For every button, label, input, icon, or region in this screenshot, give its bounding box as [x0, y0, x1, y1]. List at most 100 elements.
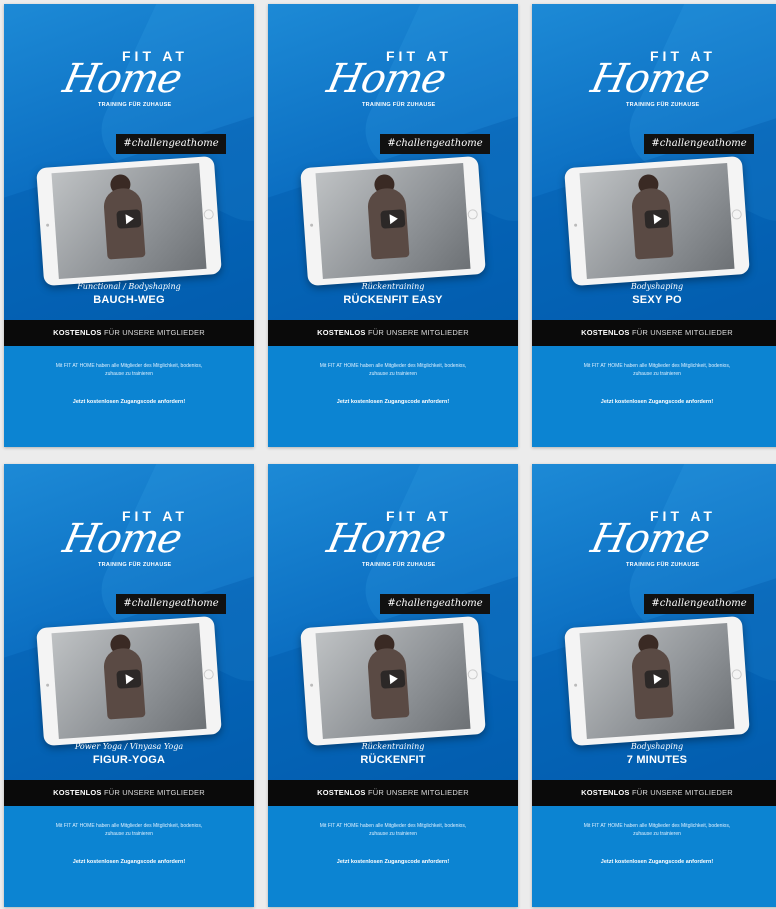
card-title: RÜCKENFIT EASY [343, 294, 443, 306]
access-code-link[interactable]: Jetzt kostenlosen Zugangscode anfordern! [308, 398, 478, 406]
video-thumbnail[interactable] [51, 622, 207, 740]
card-description: Mit FIT AT HOME haben alle Mitglieder de… [583, 363, 731, 377]
hashtag-label: #challengeathome [380, 134, 490, 154]
banner-text: FÜR UNSERE MITGLIEDER [367, 328, 469, 337]
play-icon[interactable] [380, 209, 406, 229]
play-icon[interactable] [116, 669, 142, 689]
access-code-link[interactable]: Jetzt kostenlosen Zugangscode anfordern! [572, 398, 742, 406]
card-footer: Mit FIT AT HOME haben alle Mitglieder de… [268, 806, 518, 907]
tablet-home-button [467, 669, 479, 680]
fit-at-home-logo: FIT AT Home TRAINING FÜR ZUHAUSE [4, 504, 254, 574]
card-footer: Mit FIT AT HOME haben alle Mitglieder de… [532, 346, 776, 447]
tablet-mockup [564, 615, 750, 747]
video-card[interactable]: FIT AT Home TRAINING FÜR ZUHAUSE #challe… [268, 4, 518, 447]
card-description: Mit FIT AT HOME haben alle Mitglieder de… [55, 823, 203, 837]
hashtag-label: #challengeathome [380, 594, 490, 614]
card-kicker: Rückentraining [361, 742, 425, 751]
tablet-home-button [203, 669, 215, 680]
card-kicker: Bodyshaping [630, 742, 684, 751]
members-banner: KOSTENLOS FÜR UNSERE MITGLIEDER [4, 780, 254, 806]
hashtag-label: #challengeathome [644, 594, 754, 614]
video-thumbnail[interactable] [315, 162, 471, 280]
logo-subtitle: TRAINING FÜR ZUHAUSE [98, 562, 172, 568]
video-card[interactable]: FIT AT Home TRAINING FÜR ZUHAUSE #challe… [532, 464, 776, 907]
tablet-camera [45, 683, 50, 687]
card-title: RÜCKENFIT [360, 754, 426, 766]
card-title: BAUCH-WEG [93, 294, 165, 306]
logo-main-text: Home [59, 56, 186, 102]
fit-at-home-logo: FIT AT Home TRAINING FÜR ZUHAUSE [268, 44, 518, 114]
video-card-grid: FIT AT Home TRAINING FÜR ZUHAUSE #challe… [0, 0, 776, 909]
card-footer: Mit FIT AT HOME haben alle Mitglieder de… [4, 806, 254, 907]
card-kicker: Power Yoga / Vinyasa Yoga [74, 742, 184, 751]
banner-bold: KOSTENLOS [53, 788, 102, 797]
tablet-home-button [203, 209, 215, 220]
tablet-home-button [731, 209, 743, 220]
access-code-link[interactable]: Jetzt kostenlosen Zugangscode anfordern! [44, 398, 214, 406]
card-footer: Mit FIT AT HOME haben alle Mitglieder de… [268, 346, 518, 447]
card-description: Mit FIT AT HOME haben alle Mitglieder de… [319, 363, 467, 377]
tablet-camera [309, 683, 314, 687]
video-card[interactable]: FIT AT Home TRAINING FÜR ZUHAUSE #challe… [4, 464, 254, 907]
card-description: Mit FIT AT HOME haben alle Mitglieder de… [319, 823, 467, 837]
logo-subtitle: TRAINING FÜR ZUHAUSE [362, 562, 436, 568]
access-code-link[interactable]: Jetzt kostenlosen Zugangscode anfordern! [308, 858, 478, 866]
tablet-camera [45, 223, 50, 227]
card-title: FIGUR-YOGA [92, 754, 166, 766]
logo-main-text: Home [59, 516, 186, 562]
members-banner: KOSTENLOS FÜR UNSERE MITGLIEDER [532, 780, 776, 806]
access-code-link[interactable]: Jetzt kostenlosen Zugangscode anfordern! [44, 858, 214, 866]
tablet-home-button [731, 669, 743, 680]
tablet-home-button [467, 209, 479, 220]
members-banner: KOSTENLOS FÜR UNSERE MITGLIEDER [268, 780, 518, 806]
video-thumbnail[interactable] [51, 162, 207, 280]
card-title: SEXY PO [632, 294, 682, 306]
banner-text: FÜR UNSERE MITGLIEDER [367, 788, 469, 797]
members-banner: KOSTENLOS FÜR UNSERE MITGLIEDER [4, 320, 254, 346]
banner-text: FÜR UNSERE MITGLIEDER [103, 788, 205, 797]
card-kicker: Rückentraining [361, 282, 425, 291]
banner-bold: KOSTENLOS [317, 788, 366, 797]
video-card[interactable]: FIT AT Home TRAINING FÜR ZUHAUSE #challe… [4, 4, 254, 447]
card-description: Mit FIT AT HOME haben alle Mitglieder de… [55, 363, 203, 377]
logo-subtitle: TRAINING FÜR ZUHAUSE [362, 102, 436, 108]
play-icon[interactable] [380, 669, 406, 689]
banner-bold: KOSTENLOS [317, 328, 366, 337]
video-thumbnail[interactable] [579, 162, 735, 280]
logo-subtitle: TRAINING FÜR ZUHAUSE [626, 562, 700, 568]
video-thumbnail[interactable] [315, 622, 471, 740]
members-banner: KOSTENLOS FÜR UNSERE MITGLIEDER [532, 320, 776, 346]
tablet-mockup [564, 155, 750, 287]
play-icon[interactable] [644, 209, 670, 229]
logo-subtitle: TRAINING FÜR ZUHAUSE [626, 102, 700, 108]
play-icon[interactable] [116, 209, 142, 229]
access-code-link[interactable]: Jetzt kostenlosen Zugangscode anfordern! [572, 858, 742, 866]
tablet-camera [573, 683, 578, 687]
tablet-mockup [300, 155, 486, 287]
card-description: Mit FIT AT HOME haben alle Mitglieder de… [583, 823, 731, 837]
card-kicker: Functional / Bodyshaping [77, 282, 181, 291]
tablet-camera [309, 223, 314, 227]
tablet-mockup [36, 155, 222, 287]
card-footer: Mit FIT AT HOME haben alle Mitglieder de… [4, 346, 254, 447]
fit-at-home-logo: FIT AT Home TRAINING FÜR ZUHAUSE [532, 44, 776, 114]
hashtag-label: #challengeathome [116, 134, 226, 154]
fit-at-home-logo: FIT AT Home TRAINING FÜR ZUHAUSE [4, 44, 254, 114]
banner-text: FÜR UNSERE MITGLIEDER [631, 328, 733, 337]
card-title: 7 MINUTES [626, 754, 688, 766]
logo-main-text: Home [323, 516, 450, 562]
fit-at-home-logo: FIT AT Home TRAINING FÜR ZUHAUSE [532, 504, 776, 574]
members-banner: KOSTENLOS FÜR UNSERE MITGLIEDER [268, 320, 518, 346]
video-thumbnail[interactable] [579, 622, 735, 740]
tablet-camera [573, 223, 578, 227]
hashtag-label: #challengeathome [644, 134, 754, 154]
card-kicker: Bodyshaping [630, 282, 684, 291]
logo-subtitle: TRAINING FÜR ZUHAUSE [98, 102, 172, 108]
video-card[interactable]: FIT AT Home TRAINING FÜR ZUHAUSE #challe… [268, 464, 518, 907]
logo-main-text: Home [587, 516, 714, 562]
banner-bold: KOSTENLOS [53, 328, 102, 337]
play-icon[interactable] [644, 669, 670, 689]
logo-main-text: Home [587, 56, 714, 102]
hashtag-label: #challengeathome [116, 594, 226, 614]
video-card[interactable]: FIT AT Home TRAINING FÜR ZUHAUSE #challe… [532, 4, 776, 447]
